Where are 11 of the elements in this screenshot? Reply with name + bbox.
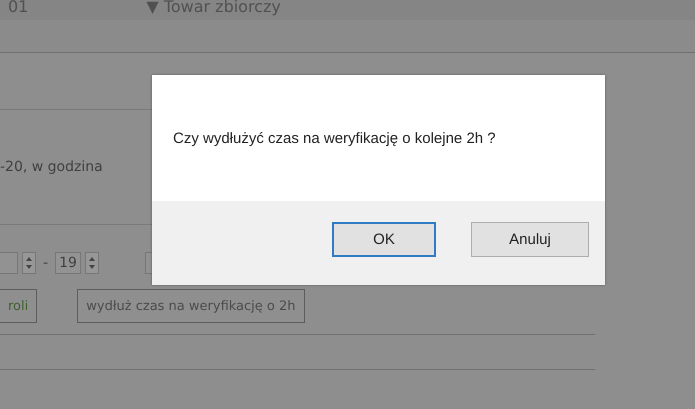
cancel-button[interactable]: Anuluj: [471, 222, 589, 256]
note-text: -20, w godzina: [0, 159, 103, 175]
control-button[interactable]: roli: [0, 289, 38, 323]
range-separator: -: [43, 255, 48, 271]
dialog-message: Czy wydłużyć czas na weryfikację o kolejne 2h ?: [173, 130, 496, 146]
extend-time-button[interactable]: wydłuż czas na weryfikację o 2h: [77, 289, 305, 323]
hour-to-field[interactable]: 19: [55, 252, 81, 274]
spinner-arrows-icon[interactable]: [88, 256, 96, 270]
ok-button[interactable]: OK: [332, 222, 436, 256]
hour-from-field[interactable]: [0, 252, 18, 274]
spinner-arrows-icon[interactable]: [25, 256, 33, 270]
